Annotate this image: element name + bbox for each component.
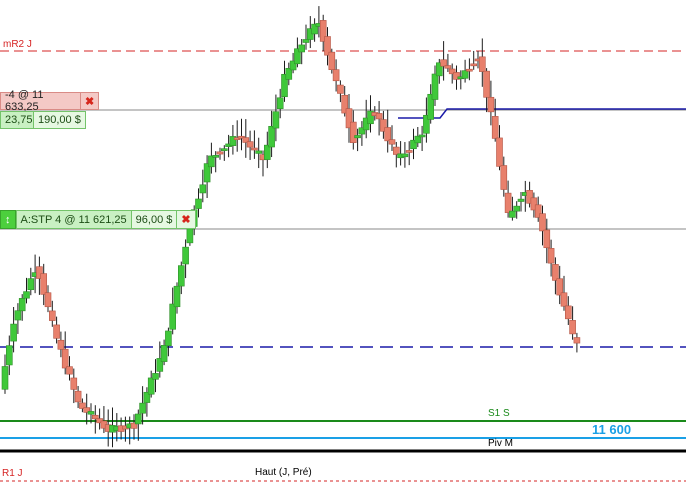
candle-body-up (87, 411, 95, 415)
candle-body-down (216, 151, 224, 155)
candle-body-down (560, 292, 568, 307)
candle-body-down (496, 137, 503, 167)
candle-body-up (401, 153, 409, 158)
candle-body-down (332, 69, 340, 82)
stop-order-close-icon[interactable]: ✖ (177, 210, 196, 229)
candle-body-up (169, 303, 176, 330)
candle-body-up (513, 205, 521, 212)
candle-body-down (543, 229, 551, 249)
high-label: Haut (J, Pré) (255, 467, 312, 478)
candle-body-up (186, 228, 194, 244)
price-chart (0, 6, 686, 482)
candle-body-up (212, 155, 219, 158)
candle-body-up (147, 377, 155, 395)
candle-body-down (328, 51, 336, 71)
levels (0, 50, 686, 482)
candle-body-down (478, 56, 486, 72)
candle-body-up (509, 210, 516, 218)
candle-body-down (384, 127, 392, 142)
candle-body-up (199, 184, 207, 194)
candle-body-down (483, 70, 490, 98)
candle-body-up (14, 310, 22, 321)
round-number-label: 11 600 (592, 422, 632, 437)
candle-body-up (431, 73, 439, 100)
candle-body-down (337, 84, 344, 94)
candle-body-up (182, 246, 189, 265)
candle-body-down (44, 292, 52, 308)
pivot-label: Piv M (488, 438, 513, 449)
sell-pnl-amount: 190,00 $ (34, 111, 86, 129)
candle-body-up (173, 285, 181, 308)
candle-body-up (139, 402, 146, 414)
candle-body-up (302, 39, 310, 43)
candle-body-down (349, 121, 357, 143)
sell-pnl-tag: 23,75 190,00 $ (0, 111, 86, 129)
candle-body-down (547, 248, 555, 264)
candle-body-down (500, 165, 508, 190)
stop-order-label[interactable]: A:STP 4 @ 11 621,25 (15, 210, 132, 229)
candle-body-down (251, 147, 258, 151)
r1-label: R1 J (2, 468, 23, 479)
candle-body-down (405, 150, 413, 153)
candle-body-down (74, 390, 82, 403)
sell-order-label[interactable]: -4 @ 11 633,25 (0, 89, 81, 113)
candle-body-up (27, 278, 35, 291)
candle-body-up (221, 148, 228, 151)
candle-body-down (569, 320, 576, 335)
candle-body-up (263, 144, 271, 160)
candle-body-down (466, 68, 473, 72)
sell-pnl-points: 23,75 (0, 111, 34, 129)
candle-body-down (573, 337, 581, 344)
candle-body-up (276, 97, 284, 109)
candle-body-up (461, 70, 469, 79)
candle-body-up (165, 330, 172, 347)
candle-body-down (564, 305, 572, 320)
candle-body-down (40, 273, 48, 295)
candle-body-up (6, 345, 13, 366)
candle-body-down (70, 377, 78, 390)
candle-body-down (57, 339, 65, 350)
sell-order-close-icon[interactable]: ✖ (81, 92, 100, 110)
candle-body-down (66, 366, 73, 375)
stop-order-amount: 96,00 $ (131, 210, 178, 229)
candle-body-down (53, 324, 60, 339)
candle-body-down (444, 65, 452, 69)
candle-body-down (375, 113, 383, 120)
candle-body-down (487, 96, 495, 113)
candle-body-down (388, 139, 396, 145)
candle-body-down (470, 63, 478, 67)
candle-body-up (354, 135, 361, 139)
s1-label: S1 S (488, 408, 510, 419)
candle-body-up (152, 373, 159, 380)
candle-body-down (491, 116, 499, 139)
candle-body-up (255, 150, 262, 154)
candle-body-up (418, 134, 426, 138)
mr2-label: mR2 J (3, 39, 32, 50)
candle-body-down (48, 310, 56, 321)
candle-body-up (195, 198, 202, 209)
candle-body-up (298, 44, 306, 53)
candle-body-down (552, 264, 559, 281)
drag-arrows-icon[interactable]: ↕ (0, 210, 16, 229)
candle-body-up (178, 265, 185, 287)
candle-body-down (246, 141, 254, 148)
candle-body-down (392, 146, 400, 155)
candle-body-up (23, 291, 30, 299)
candle-body-up (160, 345, 168, 362)
candle-body-up (18, 298, 26, 312)
candle-body-up (272, 111, 280, 129)
candle-body-down (440, 59, 447, 67)
candle-body-up (1, 366, 9, 390)
candle-body-down (61, 348, 69, 369)
candle-body-up (10, 323, 17, 342)
candle-body-up (517, 198, 525, 202)
candle-body-down (539, 213, 546, 232)
stop-order-tag[interactable]: ↕ A:STP 4 @ 11 621,25 96,00 $ ✖ (0, 210, 196, 229)
sell-order-tag[interactable]: -4 @ 11 633,25 ✖ (0, 89, 100, 113)
candle-body-down (504, 192, 512, 213)
candle-body-up (135, 413, 142, 425)
candle-body-up (268, 125, 275, 148)
